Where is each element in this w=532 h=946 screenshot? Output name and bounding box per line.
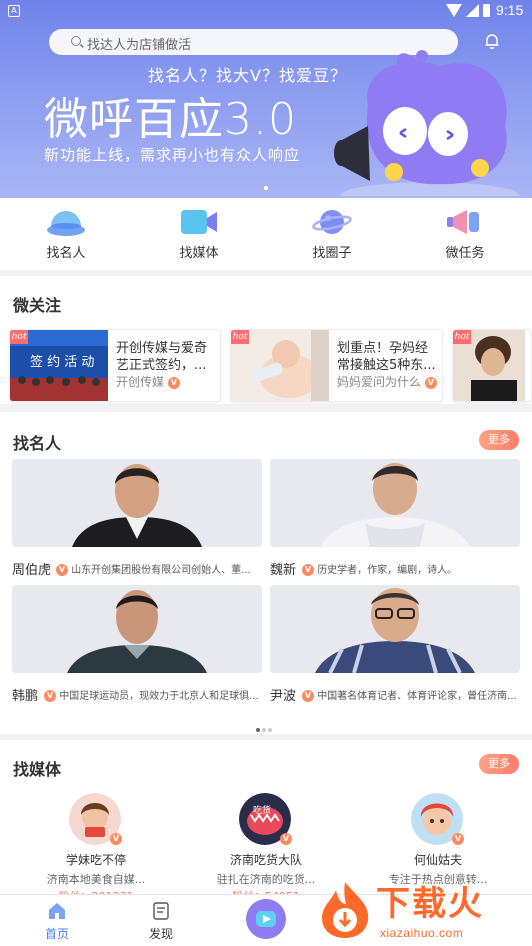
verified-icon: V: [302, 690, 314, 702]
category-micro-task[interactable]: 微任务: [410, 198, 520, 270]
category-find-circle[interactable]: 找圈子: [277, 198, 387, 270]
verified-icon: V: [56, 564, 68, 576]
celebrity-desc: V 中国足球运动员，现效力于北京人和足球俱...: [44, 687, 262, 702]
wifi-icon: [446, 4, 462, 17]
home-icon: [49, 903, 65, 919]
discover-icon: [153, 902, 169, 920]
more-media-button[interactable]: 更多: [479, 754, 519, 774]
celebrity-desc-text: 山东开创集团股份有限公司创始人、董...: [71, 565, 251, 576]
verified-icon: V: [302, 564, 314, 576]
feed-source: 开创传媒 V: [116, 373, 180, 390]
battery-icon: [483, 4, 490, 17]
tab-discover[interactable]: 发现: [121, 895, 201, 946]
verified-icon: V: [167, 376, 180, 389]
megaphone-icon: [447, 210, 479, 234]
feed-source-text: 开创传媒: [116, 375, 165, 389]
celebrity-card[interactable]: 周伯虎 V 山东开创集团股份有限公司创始人、董...: [12, 459, 262, 579]
media-desc: 济南本地美食自媒...: [46, 873, 146, 886]
verified-icon: V: [110, 833, 122, 845]
thumb-caption: 签 约 活 动: [30, 354, 94, 370]
hero-banner[interactable]: A 9:15 找达人为店铺做活 找名人？找大V？找爱豆？ 微呼百应3.0 新功能…: [0, 0, 532, 198]
signal-icon: [466, 4, 479, 17]
pager-dot: [268, 728, 272, 732]
hot-badge: hot: [231, 330, 249, 344]
verified-icon: V: [44, 690, 56, 702]
feed-card[interactable]: hot 划重点！孕妈经常接触这5种东... 妈妈爱问为什么 V: [230, 329, 443, 402]
celebrity-photo: [12, 585, 262, 673]
svg-text:吃货: 吃货: [253, 804, 271, 816]
carousel-indicator: [264, 186, 268, 190]
planet-icon: [312, 210, 352, 234]
celebrity-desc-text: 中国足球运动员，现效力于北京人和足球俱...: [59, 691, 259, 702]
celebrity-section: 找名人 更多 周伯虎 V 山东开创集团股份有限公司创始人、董... 魏新 V 历…: [0, 412, 532, 734]
hot-badge: hot: [10, 330, 28, 344]
media-section: 找媒体 更多 V 学妹吃不停 济南本地美食自媒... 粉丝：201231 吃货 …: [0, 740, 532, 903]
app-root: A 9:15 找达人为店铺做活 找名人？找大V？找爱豆？ 微呼百应3.0 新功能…: [0, 0, 532, 946]
media-name: 济南吃货大队: [229, 853, 302, 867]
celebrity-desc: V 中国著名体育记者、体育评论家，曾任济南...: [302, 687, 520, 702]
video-camera-icon: [181, 210, 217, 234]
status-bar: A 9:15: [0, 0, 532, 22]
celebrity-photo: [270, 585, 520, 673]
app-notification-icon: A: [8, 5, 20, 17]
watermark-logo: 下载火 xiazaihuo.com: [314, 876, 532, 946]
follow-section: 微关注 签 约 活 动 hot 开创传媒与爱奇艺正式签约，... 开创传媒 V: [0, 276, 532, 404]
tab-home[interactable]: 首页: [17, 895, 97, 946]
media-name: 学妹吃不停: [65, 853, 126, 867]
category-label: 微任务: [445, 246, 485, 261]
feed-source-text: 妈妈爱问为什么: [337, 375, 422, 389]
watermark-text: 下载火: [376, 884, 484, 924]
banner-headline: 微呼百应3.0: [44, 94, 297, 145]
celebrity-desc: V 历史学者，作家，编剧，诗人。: [302, 561, 520, 576]
celebrity-desc: V 山东开创集团股份有限公司创始人、董...: [56, 561, 262, 576]
more-celebrities-button[interactable]: 更多: [479, 430, 519, 450]
celebrity-card[interactable]: 韩鹏 V 中国足球运动员，现效力于北京人和足球俱...: [12, 585, 262, 705]
category-row: 找名人 找媒体 找圈子 微任务: [0, 198, 532, 270]
celebrity-desc-text: 历史学者，作家，编剧，诗人。: [317, 565, 458, 576]
celebrity-name: 魏新: [270, 563, 297, 578]
verified-icon: V: [424, 376, 437, 389]
watermark-url: xiazaihuo.com: [380, 926, 464, 940]
category-find-celebrity[interactable]: 找名人: [11, 198, 121, 270]
feed-source: 妈妈爱问为什么 V: [337, 373, 437, 390]
feed-card[interactable]: hot: [452, 329, 532, 402]
pager-dot: [256, 728, 260, 732]
celebrity-card[interactable]: 尹波 V 中国著名体育记者、体育评论家，曾任济南...: [270, 585, 520, 705]
watermark-flame-icon: [322, 882, 369, 938]
section-title: 找媒体: [13, 760, 62, 779]
verified-icon: V: [452, 833, 464, 845]
media-card[interactable]: V 学妹吃不停 济南本地美食自媒... 粉丝：201231: [26, 793, 166, 903]
celebrity-name: 尹波: [270, 689, 297, 704]
celebrity-name: 周伯虎: [12, 563, 52, 578]
tab-label: 首页: [44, 927, 69, 941]
celebrity-card[interactable]: 魏新 V 历史学者，作家，编剧，诗人。: [270, 459, 520, 579]
hot-badge: hot: [453, 330, 471, 344]
publish-button[interactable]: [244, 897, 288, 941]
status-time: 9:15: [496, 2, 524, 18]
pager-dot: [262, 728, 266, 732]
section-title: 找名人: [13, 434, 62, 453]
celebrity-photo: [12, 459, 262, 547]
follow-feed: 签 约 活 动 hot 开创传媒与爱奇艺正式签约，... 开创传媒 V hot …: [0, 329, 532, 403]
search-placeholder: 找达人为店铺做活: [87, 38, 192, 53]
feed-card[interactable]: 签 约 活 动 hot 开创传媒与爱奇艺正式签约，... 开创传媒 V: [9, 329, 221, 402]
tab-label: 发现: [148, 927, 173, 941]
celebrity-photo: [270, 459, 520, 547]
verified-icon: V: [280, 833, 292, 845]
category-label: 找名人: [46, 246, 86, 261]
section-title: 微关注: [13, 296, 62, 315]
mascot-illustration: [334, 50, 520, 196]
celebrity-desc-text: 中国著名体育记者、体育评论家，曾任济南...: [317, 691, 517, 702]
feed-title: 开创传媒与爱奇艺正式签约，...: [116, 341, 208, 373]
category-label: 找圈子: [312, 246, 352, 261]
search-icon: [71, 36, 81, 46]
banner-line-3: 新功能上线，需求再小也有众人响应: [44, 146, 301, 164]
media-name: 何仙姑夫: [413, 853, 462, 867]
category-label: 找媒体: [179, 246, 219, 261]
feed-title: 划重点！孕妈经常接触这5种东...: [337, 341, 436, 373]
celebrity-pager: [256, 717, 274, 736]
category-find-media[interactable]: 找媒体: [144, 198, 254, 270]
celebrity-name: 韩鹏: [12, 689, 39, 704]
bowl-icon: [47, 211, 85, 236]
